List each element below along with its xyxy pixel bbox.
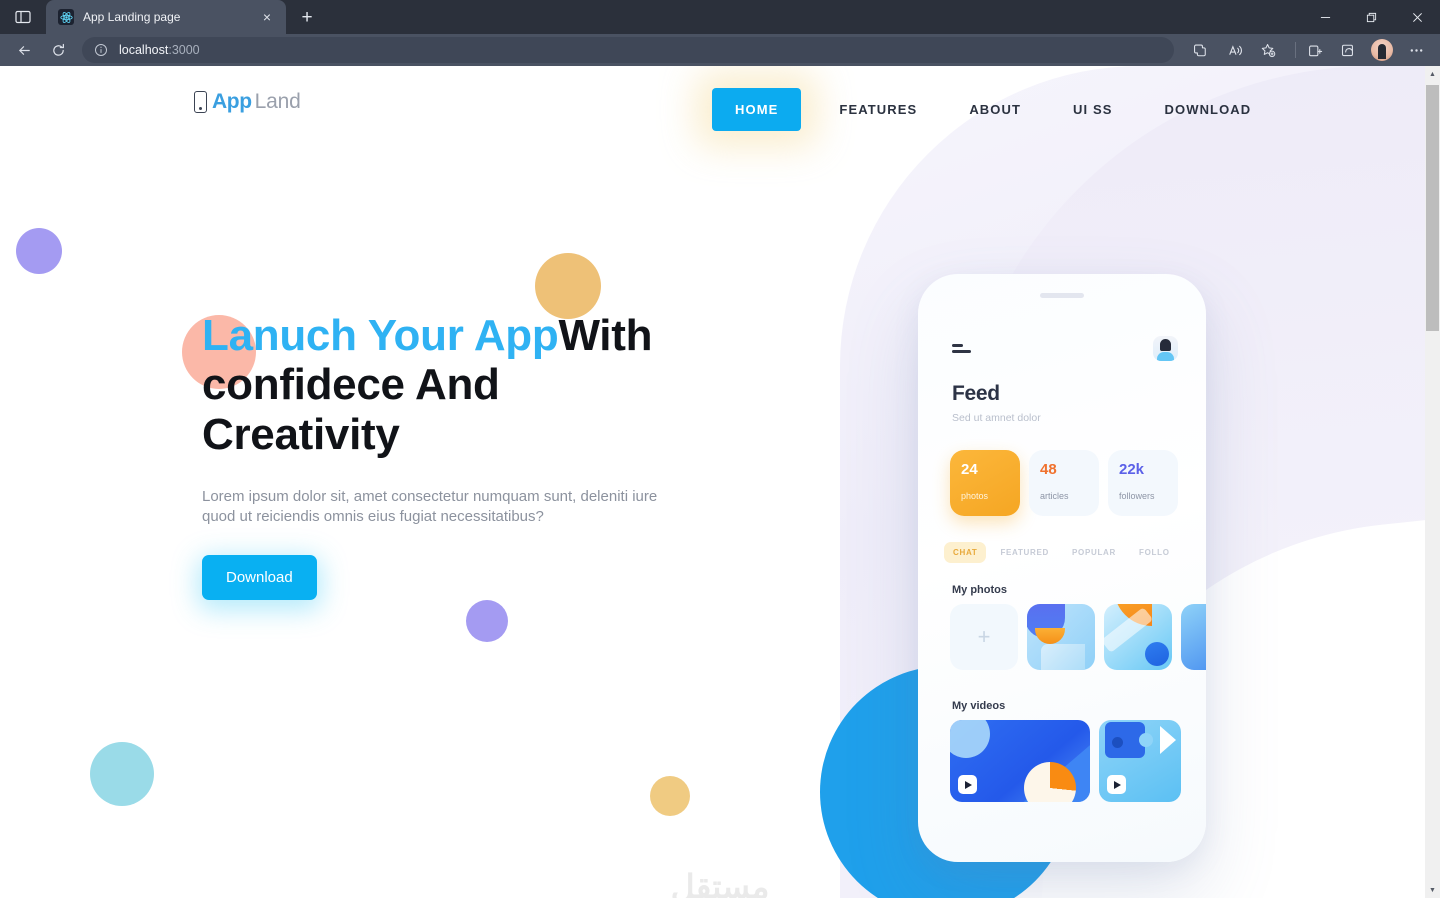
site-header: App Land HOME FEATURES ABOUT UI SS DOWNL… (0, 66, 1425, 152)
stat-card-followers[interactable]: 22k followers (1108, 450, 1178, 516)
stat-card-photos[interactable]: 24 photos (950, 450, 1020, 516)
hero-section: Lanuch Your AppWith confidece And Creati… (202, 311, 722, 601)
watermark: مستقل mostaql.com (625, 870, 815, 898)
site-info-icon[interactable] (94, 43, 108, 57)
add-photo-button[interactable]: + (950, 604, 1018, 670)
react-logo-icon (58, 9, 74, 25)
phone-screen-subtitle: Sed ut amnet dolor (952, 412, 1041, 424)
hero-paragraph: Lorem ipsum dolor sit, amet consectetur … (202, 487, 658, 525)
videos-row (950, 720, 1206, 802)
my-videos-label: My videos (952, 700, 1006, 712)
tab-chat[interactable]: CHAT (944, 542, 987, 563)
tab-list-icon[interactable] (0, 0, 46, 34)
window-controls (1302, 0, 1440, 34)
phone-app-header (952, 336, 1178, 361)
watermark-arabic: مستقل (670, 868, 770, 898)
profile-avatar-icon[interactable] (1371, 39, 1393, 61)
browser-titlebar: App Landing page × + (0, 0, 1440, 34)
video-thumbnail[interactable] (1099, 720, 1181, 802)
scroll-down-arrow[interactable]: ▼ (1425, 882, 1440, 898)
nav-item-home[interactable]: HOME (712, 87, 802, 131)
tab-popular[interactable]: POPULAR (1063, 542, 1125, 563)
restore-icon[interactable] (1348, 0, 1394, 34)
url-host: localhost (119, 43, 169, 57)
stat-value: 24 (961, 461, 978, 478)
tab-followers[interactable]: FOLLO (1130, 542, 1179, 563)
stat-value: 22k (1119, 461, 1145, 478)
toolbar-actions (1182, 36, 1432, 64)
avatar[interactable] (1153, 336, 1178, 361)
nav-item-ui-ss[interactable]: UI SS (1061, 102, 1124, 117)
browser-toolbar: localhost:3000 (0, 34, 1440, 66)
my-photos-label: My photos (952, 584, 1007, 596)
nav-item-download[interactable]: DOWNLOAD (1153, 102, 1264, 117)
browser-window: App Landing page × + localhost:3000 App … (0, 0, 1440, 898)
logo-land-text: Land (254, 90, 301, 113)
landing-page: App Land HOME FEATURES ABOUT UI SS DOWNL… (0, 66, 1425, 898)
decorative-dot-purple-small (466, 600, 508, 642)
url-text: localhost:3000 (119, 43, 200, 57)
tab-title: App Landing page (83, 10, 181, 24)
collections-icon[interactable] (1299, 36, 1331, 64)
address-bar[interactable]: localhost:3000 (82, 37, 1174, 63)
browser-tab[interactable]: App Landing page × (46, 0, 286, 34)
decorative-dot-cyan (90, 742, 154, 806)
url-port: :3000 (168, 43, 200, 57)
scrollbar-thumb[interactable] (1426, 85, 1439, 331)
play-icon[interactable] (958, 775, 977, 794)
logo-app-text: App (212, 90, 252, 113)
stat-label: articles (1040, 491, 1069, 501)
split-screen-icon[interactable] (1182, 36, 1214, 64)
stat-value: 48 (1040, 461, 1057, 478)
phone-tabs: CHAT FEATURED POPULAR FOLLO (944, 542, 1206, 563)
phone-screen-title: Feed (952, 382, 1000, 405)
nav-item-features[interactable]: FEATURES (827, 102, 929, 117)
close-icon[interactable] (1394, 0, 1440, 34)
phone-mockup: Feed Sed ut amnet dolor 24 photos 48 art… (918, 274, 1206, 862)
site-logo[interactable]: App Land (194, 90, 301, 114)
reload-icon[interactable] (42, 36, 74, 64)
photo-thumbnail[interactable] (1027, 604, 1095, 670)
tab-featured[interactable]: FEATURED (991, 542, 1058, 563)
photos-row: + (950, 604, 1206, 670)
decorative-dot-orange-small (650, 776, 690, 816)
hero-title-accent: Lanuch Your App (202, 311, 559, 360)
photo-thumbnail[interactable] (1104, 604, 1172, 670)
primary-nav: HOME FEATURES ABOUT UI SS DOWNLOAD (712, 66, 1263, 152)
nav-item-about[interactable]: ABOUT (957, 102, 1033, 117)
decorative-dot-orange (535, 253, 601, 319)
page-viewport: App Land HOME FEATURES ABOUT UI SS DOWNL… (0, 66, 1440, 898)
back-arrow-icon[interactable] (8, 36, 40, 64)
edge-essentials-icon[interactable] (1332, 36, 1364, 64)
play-icon[interactable] (1107, 775, 1126, 794)
more-options-icon[interactable] (1400, 36, 1432, 64)
phone-speaker (1040, 293, 1084, 298)
stat-label: followers (1119, 491, 1155, 501)
hamburger-menu-icon[interactable] (952, 344, 971, 353)
read-aloud-icon[interactable] (1219, 36, 1251, 64)
photo-thumbnail[interactable] (1181, 604, 1206, 670)
toolbar-divider (1295, 42, 1296, 58)
close-icon[interactable]: × (258, 8, 276, 26)
add-favorite-icon[interactable] (1252, 36, 1284, 64)
video-thumbnail[interactable] (950, 720, 1090, 802)
scroll-up-arrow[interactable]: ▲ (1425, 66, 1440, 82)
stats-row: 24 photos 48 articles 22k followers (950, 450, 1178, 516)
decorative-dot-purple (16, 228, 62, 274)
new-tab-button[interactable]: + (292, 3, 322, 31)
stat-label: photos (961, 491, 989, 501)
download-button[interactable]: Download (202, 555, 317, 601)
page-scrollbar[interactable]: ▲ ▼ (1425, 66, 1440, 898)
phone-outline-icon (194, 91, 207, 113)
page-title: Lanuch Your AppWith confidece And Creati… (202, 311, 702, 459)
stat-card-articles[interactable]: 48 articles (1029, 450, 1099, 516)
minimize-icon[interactable] (1302, 0, 1348, 34)
